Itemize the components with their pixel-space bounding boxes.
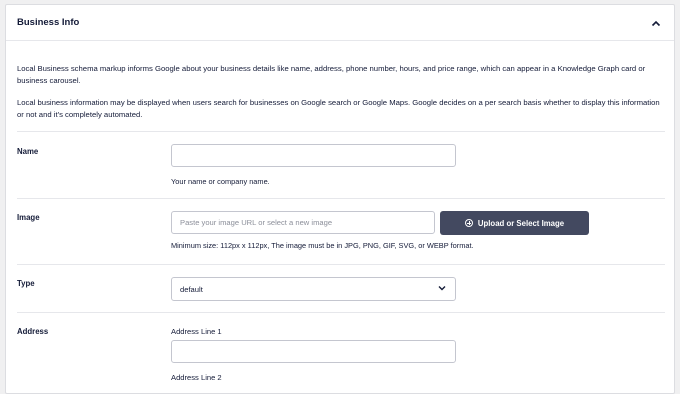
name-help-text: Your name or company name.: [171, 177, 270, 186]
divider: [17, 264, 665, 265]
address-line-2-label: Address Line 2: [171, 373, 222, 382]
panel-header[interactable]: Business Info: [6, 5, 674, 41]
type-select[interactable]: default: [171, 277, 456, 301]
chevron-up-icon[interactable]: [650, 17, 662, 29]
upload-button-label: Upload or Select Image: [477, 218, 565, 228]
panel-title: Business Info: [17, 17, 80, 28]
type-selected-value: default: [180, 284, 203, 294]
type-label: Type: [17, 279, 35, 288]
name-input[interactable]: [171, 144, 456, 167]
intro-paragraph-2: Local business information may be displa…: [17, 98, 660, 119]
image-label: Image: [17, 213, 40, 222]
name-label: Name: [17, 147, 39, 156]
address-line-1-input[interactable]: [171, 340, 456, 363]
chevron-down-icon: [437, 283, 447, 295]
plus-circle-icon: [464, 219, 473, 227]
address-line-1-label: Address Line 1: [171, 327, 222, 336]
divider: [17, 198, 665, 199]
image-help-text: Minimum size: 112px x 112px, The image m…: [171, 241, 474, 250]
address-label: Address: [17, 327, 49, 336]
upload-image-button[interactable]: Upload or Select Image: [440, 211, 589, 235]
business-info-panel: Business Info Local Business schema mark…: [5, 4, 675, 394]
intro-paragraph-1: Local Business schema markup informs Goo…: [17, 64, 646, 85]
divider: [17, 131, 665, 132]
divider: [17, 312, 665, 313]
image-url-input[interactable]: Paste your image URL or select a new ima…: [171, 211, 435, 234]
